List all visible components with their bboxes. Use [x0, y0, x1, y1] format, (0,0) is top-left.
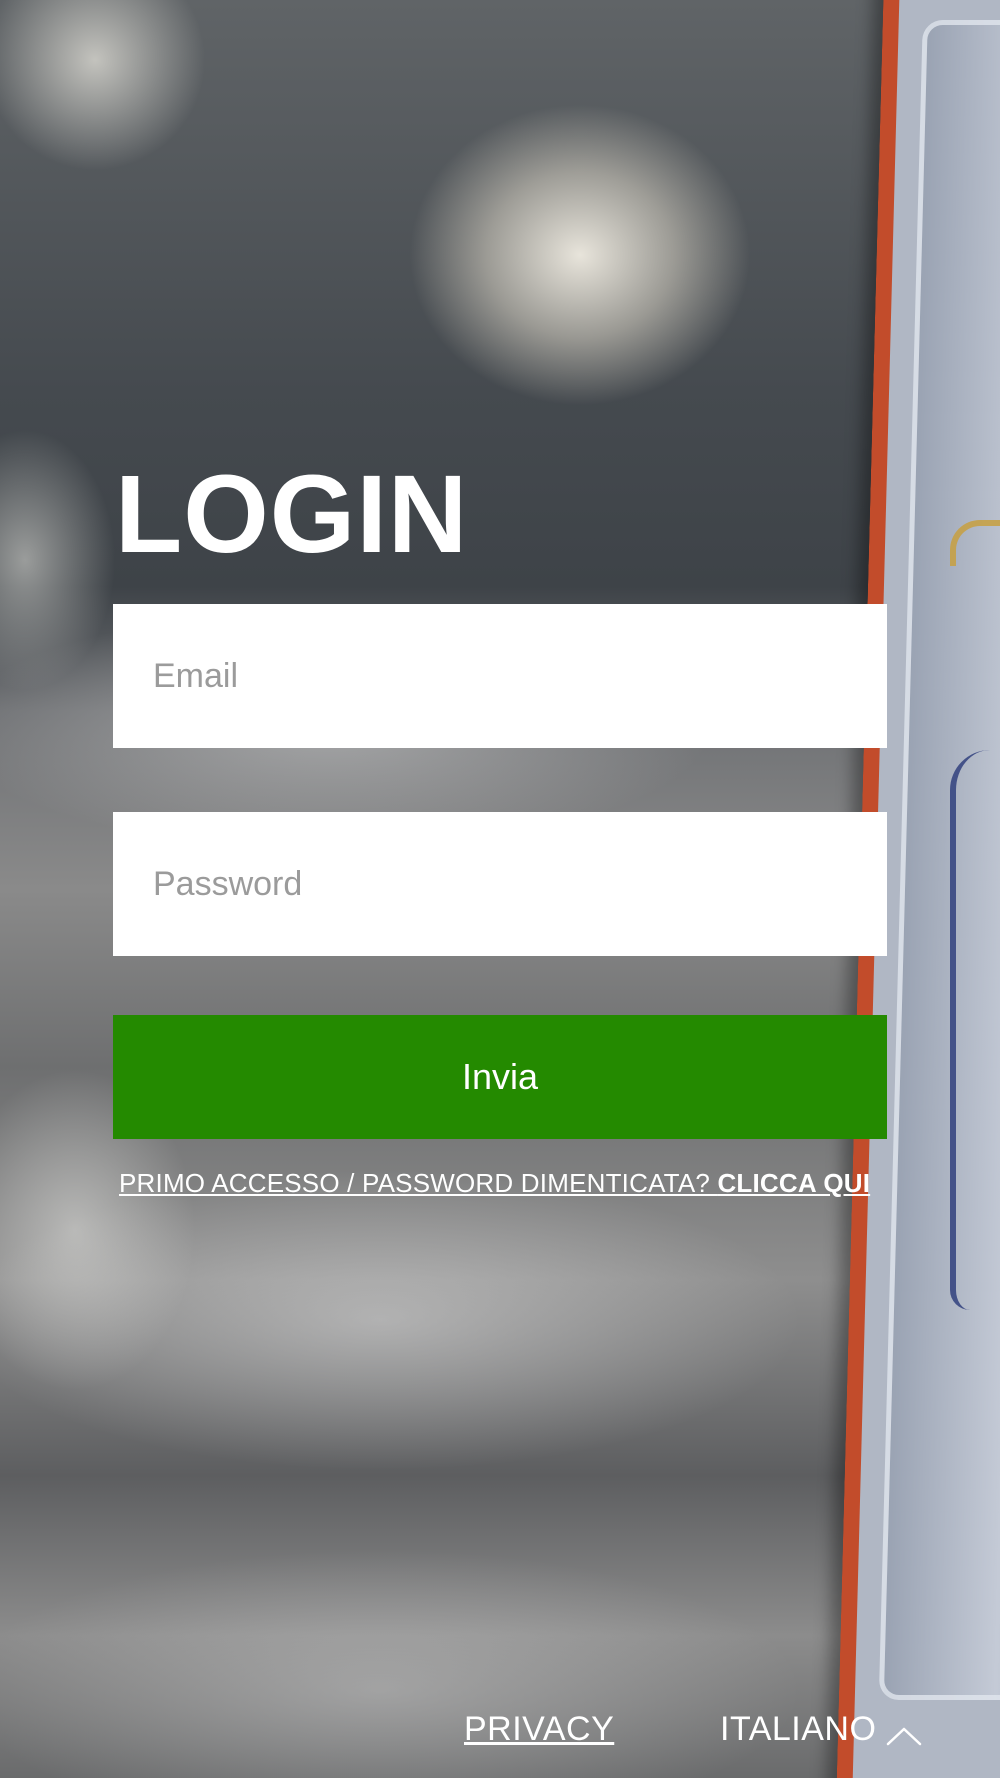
email-input[interactable] [113, 604, 887, 748]
language-label: ITALIANO [720, 1710, 877, 1748]
privacy-link[interactable]: PRIVACY [464, 1710, 614, 1749]
chevron-up-icon [884, 1718, 924, 1745]
forgot-password-link[interactable]: PRIMO ACCESSO / PASSWORD DIMENTICATA? CL… [119, 1168, 870, 1199]
click-here-link-label: CLICCA QUI [717, 1168, 871, 1198]
language-selector[interactable]: ITALIANO [720, 1710, 924, 1749]
page-title: LOGIN [115, 453, 469, 576]
submit-button[interactable]: Invia [113, 1015, 887, 1139]
decorative-object-blue-line [950, 750, 996, 1310]
login-screen: LOGIN Invia PRIMO ACCESSO / PASSWORD DIM… [0, 0, 1000, 1778]
forgot-password-text: PRIMO ACCESSO / PASSWORD DIMENTICATA? [119, 1168, 718, 1198]
password-input[interactable] [113, 812, 887, 956]
